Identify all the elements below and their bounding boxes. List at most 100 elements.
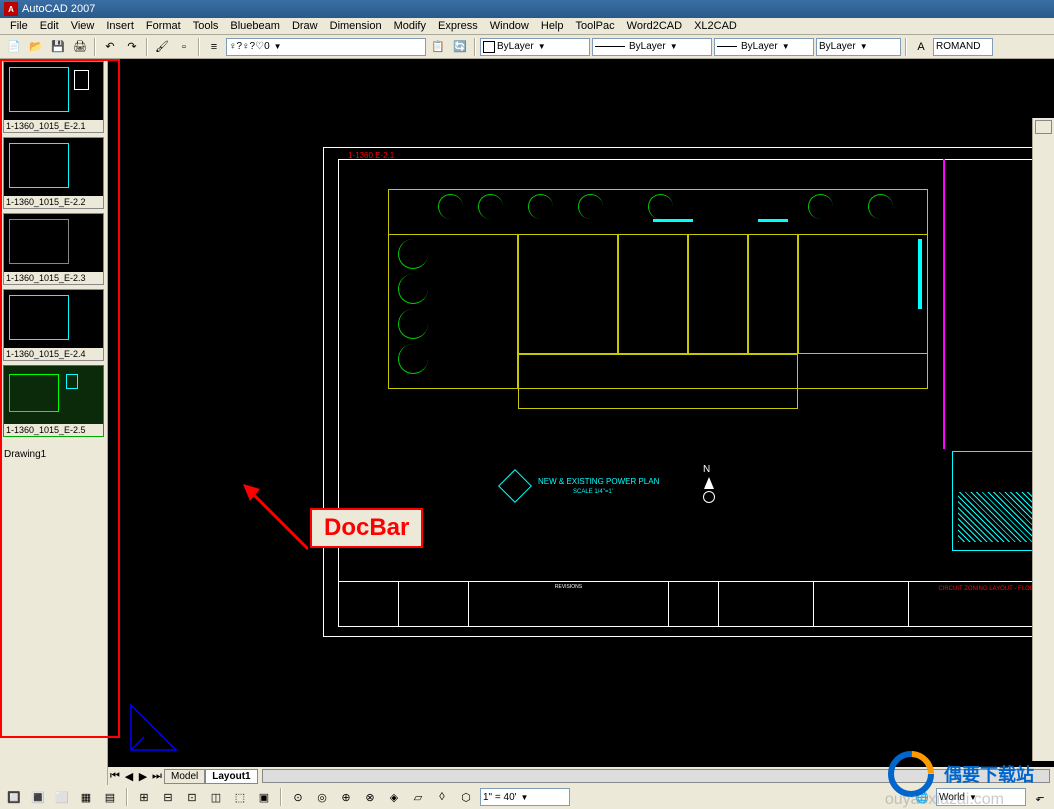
- plotstyle-dropdown[interactable]: ByLayer ▼: [816, 38, 901, 56]
- tab-next-icon[interactable]: ▶: [136, 769, 150, 783]
- snap-icon-1[interactable]: ⊙: [288, 787, 308, 807]
- view-icon-6[interactable]: ▣: [254, 787, 274, 807]
- color-text: ByLayer: [497, 41, 534, 52]
- sheet-ref-label: 1-1360 E-2.1: [348, 151, 394, 160]
- lineweight-dropdown[interactable]: ByLayer ▼: [714, 38, 814, 56]
- toolbar: 📄 📂 💾 🖨 ↶ ↷ 🖌 ▫ ≡ ♀?♀?♡0 ▼ 📋 🔄 ByLayer ▼…: [0, 35, 1054, 59]
- status-icon-4[interactable]: ▦: [76, 787, 96, 807]
- plot-icon[interactable]: 🖨: [70, 37, 90, 57]
- tab-prev-icon[interactable]: ◀: [122, 769, 136, 783]
- view-icon-3[interactable]: ⊡: [182, 787, 202, 807]
- snap-icon-7[interactable]: ◊: [432, 787, 452, 807]
- color-swatch: [483, 41, 495, 53]
- layer-manager-icon[interactable]: ≡: [204, 37, 224, 57]
- scale-text: 1" = 40': [483, 792, 517, 803]
- view-icon-2[interactable]: ⊟: [158, 787, 178, 807]
- magenta-guideline: [943, 159, 945, 449]
- menu-tools[interactable]: Tools: [187, 18, 225, 34]
- docbar-thumb-4[interactable]: 1-1360_1015_E-2.4: [3, 289, 104, 361]
- plotstyle-text: ByLayer: [819, 41, 856, 52]
- tab-layout1[interactable]: Layout1: [205, 769, 257, 784]
- menu-bar: File Edit View Insert Format Tools Blueb…: [0, 18, 1054, 35]
- menu-edit[interactable]: Edit: [34, 18, 65, 34]
- menu-modify[interactable]: Modify: [388, 18, 432, 34]
- docbar-thumb-3[interactable]: 1-1360_1015_E-2.3: [3, 213, 104, 285]
- separator: [474, 38, 476, 56]
- block-icon[interactable]: ▫: [174, 37, 194, 57]
- menu-word2cad[interactable]: Word2CAD: [621, 18, 688, 34]
- view-icon-4[interactable]: ◫: [206, 787, 226, 807]
- docbar-panel: 1-1360_1015_E-2.1 1-1360_1015_E-2.2 1-13…: [0, 59, 108, 785]
- save-icon[interactable]: 💾: [48, 37, 68, 57]
- watermark-text: 偶要下载站: [944, 761, 1034, 787]
- redo-icon[interactable]: ↷: [122, 37, 142, 57]
- separator: [126, 788, 128, 806]
- menu-file[interactable]: File: [4, 18, 34, 34]
- layer-props-text: ♀?♀?♡0: [229, 41, 270, 52]
- v-scroll-up-icon[interactable]: [1035, 120, 1052, 134]
- tab-last-icon[interactable]: ⏭: [150, 769, 164, 783]
- menu-express[interactable]: Express: [432, 18, 484, 34]
- font-text: ROMAND: [936, 41, 980, 52]
- docbar-thumb-2[interactable]: 1-1360_1015_E-2.2: [3, 137, 104, 209]
- menu-view[interactable]: View: [65, 18, 101, 34]
- tab-model[interactable]: Model: [164, 769, 205, 784]
- matchprop-icon[interactable]: 🖌: [152, 37, 172, 57]
- snap-icon-3[interactable]: ⊕: [336, 787, 356, 807]
- app-icon: A: [4, 2, 18, 16]
- linetype-dropdown[interactable]: ByLayer ▼: [592, 38, 712, 56]
- layer-dropdown[interactable]: ♀?♀?♡0 ▼: [226, 38, 426, 56]
- chevron-down-icon: ▼: [538, 42, 546, 51]
- chevron-down-icon: ▼: [782, 42, 790, 51]
- text-style-icon[interactable]: A: [911, 37, 931, 57]
- chevron-down-icon: ▼: [274, 42, 282, 51]
- snap-icon-4[interactable]: ⊗: [360, 787, 380, 807]
- ucs-icon: [126, 695, 186, 755]
- menu-xl2cad[interactable]: XL2CAD: [688, 18, 743, 34]
- docbar-thumb-4-label: 1-1360_1015_E-2.4: [4, 348, 103, 360]
- status-icon-5[interactable]: ▤: [100, 787, 120, 807]
- menu-toolpac[interactable]: ToolPac: [570, 18, 621, 34]
- line-preview-icon: [595, 46, 625, 47]
- open-icon[interactable]: 📂: [26, 37, 46, 57]
- new-icon[interactable]: 📄: [4, 37, 24, 57]
- docbar-drawing-label[interactable]: Drawing1: [0, 447, 107, 462]
- docbar-thumb-1[interactable]: 1-1360_1015_E-2.1: [3, 61, 104, 133]
- status-icon-3[interactable]: ⬜: [52, 787, 72, 807]
- docbar-thumb-5[interactable]: 1-1360_1015_E-2.5: [3, 365, 104, 437]
- menu-dimension[interactable]: Dimension: [324, 18, 388, 34]
- status-icon-2[interactable]: 🔳: [28, 787, 48, 807]
- menu-format[interactable]: Format: [140, 18, 187, 34]
- snap-icon-8[interactable]: ⬡: [456, 787, 476, 807]
- chevron-down-icon: ▼: [670, 42, 678, 51]
- weight-preview-icon: [717, 46, 737, 47]
- color-dropdown[interactable]: ByLayer ▼: [480, 38, 590, 56]
- snap-icon-2[interactable]: ◎: [312, 787, 332, 807]
- annotation-label: DocBar: [310, 508, 423, 548]
- separator: [198, 38, 200, 56]
- snap-icon-6[interactable]: ▱: [408, 787, 428, 807]
- scale-dropdown[interactable]: 1" = 40' ▼: [480, 788, 570, 806]
- snap-icon-5[interactable]: ◈: [384, 787, 404, 807]
- status-icon-1[interactable]: 🔲: [4, 787, 24, 807]
- drawing-area[interactable]: 1-1360 E-2.1: [108, 59, 1054, 785]
- revisions-label: REVISIONS: [555, 584, 582, 590]
- undo-icon[interactable]: ↶: [100, 37, 120, 57]
- layer-state-icon[interactable]: 📋: [428, 37, 448, 57]
- view-icon-5[interactable]: ⬚: [230, 787, 250, 807]
- tab-first-icon[interactable]: ⏮: [108, 769, 122, 783]
- font-dropdown[interactable]: ROMAND: [933, 38, 993, 56]
- menu-draw[interactable]: Draw: [286, 18, 324, 34]
- lineweight-text: ByLayer: [741, 41, 778, 52]
- menu-help[interactable]: Help: [535, 18, 570, 34]
- menu-insert[interactable]: Insert: [100, 18, 140, 34]
- north-label: N: [703, 464, 710, 475]
- view-icon-1[interactable]: ⊞: [134, 787, 154, 807]
- menu-window[interactable]: Window: [484, 18, 535, 34]
- separator: [146, 38, 148, 56]
- layer-prev-icon[interactable]: 🔄: [450, 37, 470, 57]
- chevron-down-icon: ▼: [521, 793, 529, 802]
- menu-bluebeam[interactable]: Bluebeam: [224, 18, 286, 34]
- main-area: 1-1360_1015_E-2.1 1-1360_1015_E-2.2 1-13…: [0, 59, 1054, 785]
- docbar-thumb-3-label: 1-1360_1015_E-2.3: [4, 272, 103, 284]
